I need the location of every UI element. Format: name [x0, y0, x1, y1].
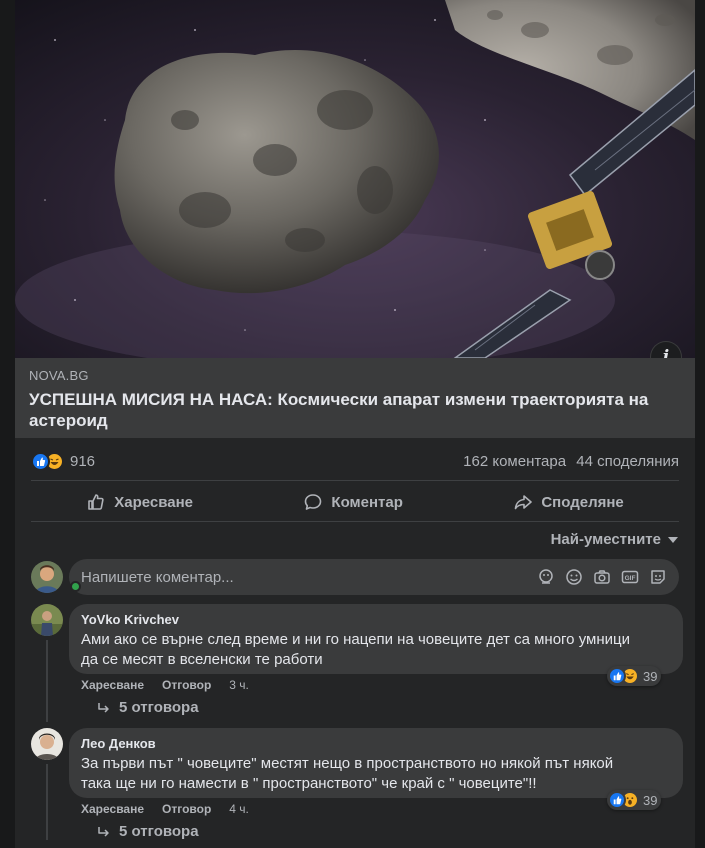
comment-icon [305, 494, 322, 510]
divider [31, 480, 679, 481]
divider [31, 521, 679, 522]
post-stats: 916 162 коментара 44 споделяния [15, 446, 695, 476]
comment-reaction-count: 39 [643, 668, 658, 684]
comment-time[interactable]: 4 ч. [229, 802, 249, 816]
comment-author[interactable]: Лео Денков [81, 736, 671, 751]
comment-label: Коментар [331, 493, 403, 511]
comment-time[interactable]: 3 ч. [229, 678, 249, 692]
share-count[interactable]: 44 споделяния [576, 453, 679, 470]
like-reaction-icon [608, 791, 626, 809]
comment-bubble: Лео Денков За първи път " човеците" мест… [69, 728, 683, 798]
comment-meta: Харесване Отговор 4 ч. [81, 802, 249, 816]
link-preview-caption[interactable]: NOVA.BG УСПЕШНА МИСИЯ НА НАСА: Космическ… [15, 358, 695, 438]
comment-reply-link[interactable]: Отговор [162, 678, 211, 692]
thumbs-up-icon [88, 494, 104, 510]
reply-arrow-icon [98, 702, 109, 713]
avatar-sticker-icon[interactable] [537, 568, 555, 586]
commenter-avatar[interactable] [31, 604, 63, 636]
comment-reactions[interactable]: 39 [607, 790, 662, 810]
comment-bubble: YoVko Krivchev Ами ако се върне след вре… [69, 604, 683, 674]
post-card: i NOVA.BG УСПЕШНА МИСИЯ НА НАСА: Космиче… [15, 0, 695, 848]
like-button[interactable]: Харесване [66, 486, 213, 518]
comment-item: YoVko Krivchev Ами ако се върне след вре… [31, 604, 683, 722]
user-avatar[interactable] [31, 561, 63, 593]
emoji-icon[interactable] [565, 568, 583, 586]
comment-reactions[interactable]: 39 [607, 666, 662, 686]
comment-item: Лео Денков За първи път " човеците" мест… [31, 728, 683, 844]
caret-down-icon [668, 536, 678, 543]
reply-arrow-icon [98, 826, 109, 837]
replies-count: 5 отговора [119, 823, 199, 840]
link-preview-image[interactable] [15, 0, 695, 358]
sort-label: Най-уместните [550, 531, 661, 548]
comment-count[interactable]: 162 коментара [463, 453, 566, 470]
replies-count: 5 отговора [119, 699, 199, 716]
comment-text-line: да се месят в вселенски те работи [81, 651, 323, 668]
link-headline[interactable]: УСПЕШНА МИСИЯ НА НАСА: Космически апарат… [29, 389, 681, 431]
comment-text-line: Ами ако се върне след време и ни го наце… [81, 631, 630, 648]
comment-like-link[interactable]: Харесване [81, 802, 144, 816]
comment-reply-link[interactable]: Отговор [162, 802, 211, 816]
like-reaction-icon [31, 451, 50, 471]
like-label: Харесване [114, 493, 193, 511]
link-domain: NOVA.BG [29, 368, 89, 383]
comment-button[interactable]: Коментар [283, 486, 422, 518]
view-replies-link[interactable]: 5 отговора [97, 699, 199, 716]
like-reaction-icon [608, 667, 626, 685]
sticker-icon[interactable] [649, 568, 667, 586]
comment-meta: Харесване Отговор 3 ч. [81, 678, 249, 692]
share-icon [515, 495, 533, 510]
comment-like-link[interactable]: Харесване [81, 678, 144, 692]
online-status-indicator [70, 581, 81, 592]
gif-icon[interactable]: GIF [621, 568, 639, 586]
comment-text-line: така ще ни го намести в " пространството… [81, 775, 537, 792]
view-replies-link[interactable]: 5 отговора [97, 823, 199, 840]
comment-text-line: За първи път " човеците" местят нещо в п… [81, 755, 614, 772]
commenter-avatar[interactable] [31, 728, 63, 760]
reaction-count: 916 [70, 452, 96, 470]
action-bar: Харесване Коментар Споделяне [31, 484, 679, 520]
comment-reaction-count: 39 [643, 792, 658, 808]
camera-icon[interactable] [593, 568, 611, 586]
thread-line [46, 764, 48, 840]
comment-input-placeholder: Напишете коментар... [81, 568, 234, 586]
share-button[interactable]: Споделяне [493, 486, 643, 518]
share-label: Споделяне [541, 493, 624, 511]
reactions-summary[interactable]: 916 [31, 451, 96, 471]
thread-line [46, 640, 48, 722]
comment-author[interactable]: YoVko Krivchev [81, 612, 671, 627]
comment-input[interactable]: Напишете коментар... GIF [69, 559, 679, 595]
comment-sort-dropdown[interactable]: Най-уместните [551, 531, 679, 548]
comment-composer: Напишете коментар... GIF [31, 558, 679, 596]
svg-text:GIF: GIF [625, 575, 636, 582]
